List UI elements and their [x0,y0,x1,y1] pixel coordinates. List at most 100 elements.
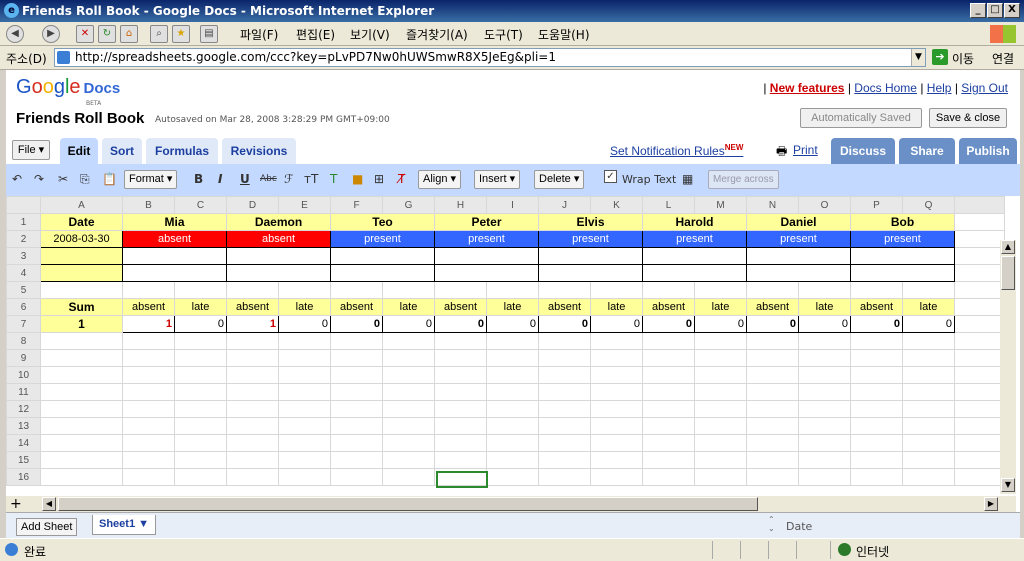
sign-out-link[interactable]: Sign Out [961,81,1008,95]
column-header-j[interactable]: J [538,196,591,214]
add-sheet-button[interactable]: Add Sheet [16,518,78,536]
cell[interactable] [902,468,955,486]
scroll-left-icon[interactable]: ◀ [42,497,56,511]
cell[interactable] [122,332,175,350]
cell[interactable] [590,434,643,452]
cell[interactable] [538,468,591,486]
cell[interactable] [382,400,435,418]
cell[interactable] [954,281,1005,299]
cell[interactable] [122,383,175,401]
menu-tools[interactable]: 도구(T) [484,26,523,43]
horizontal-scroll-thumb[interactable] [58,497,758,511]
cell[interactable] [40,383,123,401]
cell[interactable] [694,281,747,299]
row-header[interactable]: 8 [6,332,41,350]
cell[interactable] [902,451,955,469]
cell-value[interactable]: 0 [902,315,955,333]
cell[interactable] [694,366,747,384]
bold-icon[interactable]: B [194,172,203,186]
tab-publish[interactable]: Publish [959,138,1017,164]
docs-home-link[interactable]: Docs Home [854,81,917,95]
cell[interactable] [434,247,539,265]
undo-icon[interactable]: ↶ [12,172,22,186]
cell[interactable] [694,400,747,418]
cell-name-header[interactable]: Teo [330,213,435,231]
cell[interactable] [850,332,903,350]
cell[interactable] [486,332,539,350]
cell-value[interactable]: 0 [538,315,591,333]
cell-subheader[interactable]: absent [434,298,487,316]
cell[interactable] [330,349,383,367]
cell[interactable] [122,417,175,435]
cell[interactable] [746,264,851,282]
cell-subheader[interactable]: late [590,298,643,316]
cell[interactable] [850,366,903,384]
cell[interactable] [850,247,955,265]
corner-cell[interactable] [6,196,41,214]
row-header[interactable]: 9 [6,349,41,367]
column-header-a[interactable]: A [40,196,123,214]
cell[interactable] [642,264,747,282]
column-header-l[interactable]: L [642,196,695,214]
cell[interactable] [122,247,227,265]
cell[interactable] [278,451,331,469]
cell[interactable] [642,332,695,350]
cell[interactable] [798,383,851,401]
cell[interactable] [954,383,1005,401]
cell[interactable] [902,332,955,350]
cell-status[interactable]: absent [122,230,227,248]
cell-subheader[interactable]: absent [538,298,591,316]
column-header-h[interactable]: H [434,196,487,214]
cell-date-header[interactable]: Date [40,213,123,231]
cell[interactable] [850,349,903,367]
cell[interactable] [590,366,643,384]
google-docs-logo[interactable]: Google Docs [16,76,120,99]
column-header-g[interactable]: G [382,196,435,214]
vertical-scrollbar[interactable]: ▲ ▼ [1000,240,1016,494]
cell[interactable] [642,383,695,401]
cell[interactable] [226,264,331,282]
cell[interactable] [850,383,903,401]
cell[interactable] [642,366,695,384]
cell-subheader[interactable]: late [694,298,747,316]
cell[interactable] [798,366,851,384]
cell[interactable] [330,468,383,486]
row-header[interactable]: 5 [6,281,41,299]
cell[interactable] [486,451,539,469]
cell[interactable] [382,366,435,384]
cell-value[interactable]: 0 [798,315,851,333]
cell[interactable] [330,264,435,282]
column-header-e[interactable]: E [278,196,331,214]
cell[interactable] [40,417,123,435]
cell[interactable] [590,332,643,350]
borders-icon[interactable]: ⊞ [374,172,384,186]
cell[interactable] [122,400,175,418]
cell[interactable] [694,332,747,350]
cell[interactable] [954,349,1005,367]
column-header-m[interactable]: M [694,196,747,214]
sheet1-tab[interactable]: Sheet1 ▼ [92,515,157,535]
cell[interactable] [330,451,383,469]
tab-share[interactable]: Share [899,138,955,164]
cell[interactable] [40,434,123,452]
font-icon[interactable]: ℱ [284,172,293,186]
insert-button[interactable]: Insert ▾ [474,170,521,189]
resize-handle-icon[interactable]: ⌃ ⌄ [768,515,775,533]
paste-icon[interactable]: 📋 [102,172,117,186]
close-button[interactable]: X [1004,3,1020,18]
cell[interactable] [642,281,695,299]
cell[interactable] [226,366,279,384]
search-icon[interactable]: ⌕ [150,25,168,43]
printer-icon[interactable]: 🖶 [776,142,787,163]
font-size-icon[interactable]: тT [304,172,318,186]
cell[interactable] [122,451,175,469]
favorites-icon[interactable]: ★ [172,25,190,43]
cell[interactable] [642,451,695,469]
go-icon[interactable]: ➔ [932,49,948,65]
cell[interactable] [278,434,331,452]
cell[interactable] [174,468,227,486]
cell[interactable] [954,400,1005,418]
column-header-n[interactable]: N [746,196,799,214]
cell[interactable] [954,417,1005,435]
cell[interactable] [954,213,1005,231]
